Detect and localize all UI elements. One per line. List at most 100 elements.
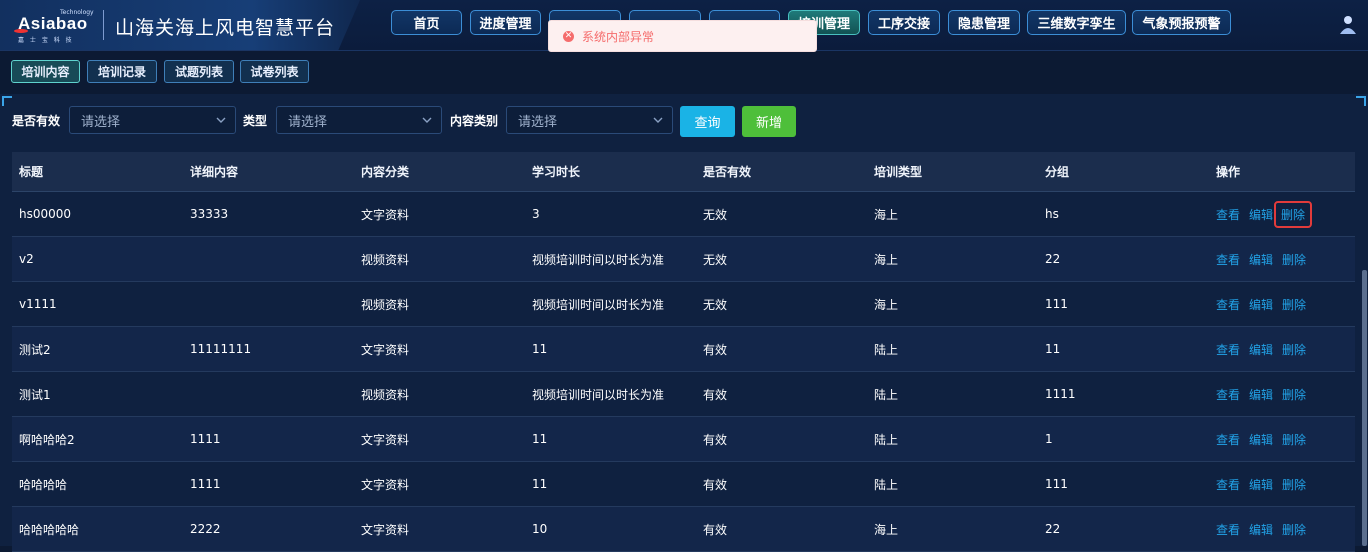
edit-link[interactable]: 编辑 bbox=[1249, 431, 1273, 448]
tab-training-records[interactable]: 培训记录 bbox=[87, 60, 157, 83]
view-link[interactable]: 查看 bbox=[1216, 386, 1240, 403]
cell-duration: 10 bbox=[532, 522, 548, 536]
cell-group: 111 bbox=[1045, 477, 1068, 491]
cell-group: 111 bbox=[1045, 297, 1068, 311]
view-link[interactable]: 查看 bbox=[1216, 206, 1240, 223]
query-button[interactable]: 查询 bbox=[680, 106, 735, 137]
chevron-down-icon bbox=[422, 117, 432, 123]
view-link[interactable]: 查看 bbox=[1216, 476, 1240, 493]
delete-link[interactable]: 删除 bbox=[1282, 431, 1306, 448]
column-header-valid: 是否有效 bbox=[703, 165, 752, 179]
brand-divider bbox=[103, 10, 104, 40]
cell-duration: 11 bbox=[532, 342, 548, 356]
delete-link[interactable]: 删除 bbox=[1282, 476, 1306, 493]
cell-title: 测试2 bbox=[19, 342, 51, 357]
nav-weather[interactable]: 气象预报预警 bbox=[1132, 10, 1231, 35]
delete-link[interactable]: 删除 bbox=[1282, 386, 1306, 403]
cell-valid: 有效 bbox=[703, 477, 728, 492]
cell-valid: 有效 bbox=[703, 432, 728, 447]
edit-link[interactable]: 编辑 bbox=[1249, 521, 1273, 538]
delete-link[interactable]: 删除 bbox=[1282, 251, 1306, 268]
cell-group: 1 bbox=[1045, 432, 1053, 446]
row-actions: 查看 编辑 删除 bbox=[1216, 417, 1306, 461]
edit-link[interactable]: 编辑 bbox=[1249, 251, 1273, 268]
nav-digital-twin[interactable]: 三维数字孪生 bbox=[1027, 10, 1126, 35]
column-header-duration: 学习时长 bbox=[532, 165, 581, 179]
cell-valid: 有效 bbox=[703, 522, 728, 537]
table-row: hs00000 33333 文字资料 3 无效 海上 hs 查看 编辑 删除 bbox=[12, 192, 1355, 237]
view-link[interactable]: 查看 bbox=[1216, 251, 1240, 268]
nav-progress[interactable]: 进度管理 bbox=[470, 10, 541, 35]
nav-home[interactable]: 首页 bbox=[391, 10, 462, 35]
row-actions: 查看 编辑 删除 bbox=[1216, 282, 1306, 326]
table-row: 测试2 11111111 文字资料 11 有效 陆上 11 查看 编辑 删除 bbox=[12, 327, 1355, 372]
cell-title: 测试1 bbox=[19, 387, 51, 402]
cell-training-type: 海上 bbox=[874, 522, 899, 537]
table-row: 啊哈哈哈2 1111 文字资料 11 有效 陆上 1 查看 编辑 删除 bbox=[12, 417, 1355, 462]
platform-title: 山海关海上风电智慧平台 bbox=[115, 17, 336, 39]
cell-title: 哈哈哈哈 bbox=[19, 477, 68, 492]
view-link[interactable]: 查看 bbox=[1216, 431, 1240, 448]
cell-title: 哈哈哈哈哈 bbox=[19, 522, 80, 537]
panel-corner-decoration bbox=[2, 96, 12, 106]
logo-text: Asiabao bbox=[18, 14, 88, 33]
cell-duration: 视频培训时间以时长为准 bbox=[532, 297, 665, 312]
table-header-row: 标题 详细内容 内容分类 学习时长 是否有效 培训类型 分组 操作 bbox=[12, 152, 1355, 192]
column-header-training-type: 培训类型 bbox=[874, 165, 923, 179]
cell-category: 文字资料 bbox=[361, 342, 410, 357]
row-actions: 查看 编辑 删除 bbox=[1216, 192, 1313, 236]
delete-link[interactable]: 删除 bbox=[1282, 521, 1306, 538]
cell-group: 22 bbox=[1045, 252, 1061, 266]
edit-link[interactable]: 编辑 bbox=[1249, 386, 1273, 403]
edit-link[interactable]: 编辑 bbox=[1249, 341, 1273, 358]
cell-training-type: 陆上 bbox=[874, 342, 899, 357]
table-row: 哈哈哈哈哈 2222 文字资料 10 有效 海上 22 查看 编辑 删除 bbox=[12, 507, 1355, 552]
tab-exam-list[interactable]: 试卷列表 bbox=[240, 60, 309, 83]
tab-training-content[interactable]: 培训内容 bbox=[11, 60, 80, 83]
cell-category: 文字资料 bbox=[361, 207, 410, 222]
add-button[interactable]: 新增 bbox=[742, 106, 796, 137]
filter-category-select[interactable]: 请选择 bbox=[506, 106, 673, 134]
cell-category: 视频资料 bbox=[361, 387, 410, 402]
cell-category: 视频资料 bbox=[361, 252, 410, 267]
tab-question-list[interactable]: 试题列表 bbox=[164, 60, 234, 83]
filter-type-select[interactable]: 请选择 bbox=[276, 106, 442, 134]
filter-valid-select[interactable]: 请选择 bbox=[69, 106, 236, 134]
column-header-detail: 详细内容 bbox=[190, 165, 239, 179]
cell-valid: 有效 bbox=[703, 387, 728, 402]
delete-link[interactable]: 删除 bbox=[1282, 341, 1306, 358]
view-link[interactable]: 查看 bbox=[1216, 296, 1240, 313]
table-row: 哈哈哈哈 1111 文字资料 11 有效 陆上 111 查看 编辑 删除 bbox=[12, 462, 1355, 507]
chevron-down-icon bbox=[216, 117, 226, 123]
user-icon[interactable] bbox=[1337, 14, 1359, 36]
error-circle-icon: ✕ bbox=[563, 30, 574, 42]
edit-link[interactable]: 编辑 bbox=[1249, 476, 1273, 493]
brand-area: Technology Asiabao 嘉 士 宝 科 技 山海关海上风电智慧平台 bbox=[0, 0, 360, 50]
edit-link[interactable]: 编辑 bbox=[1249, 296, 1273, 313]
chevron-down-icon bbox=[653, 117, 663, 123]
cell-valid: 无效 bbox=[703, 207, 728, 222]
cell-group: hs bbox=[1045, 207, 1059, 221]
row-actions: 查看 编辑 删除 bbox=[1216, 507, 1306, 551]
logo-subtext: 嘉 士 宝 科 技 bbox=[18, 37, 74, 44]
cell-detail: 1111 bbox=[190, 432, 221, 446]
delete-link[interactable]: 删除 bbox=[1282, 296, 1306, 313]
error-toast: ✕ 系统内部异常 bbox=[548, 20, 817, 52]
cell-detail: 2222 bbox=[190, 522, 221, 536]
training-content-table: 标题 详细内容 内容分类 学习时长 是否有效 培训类型 分组 操作 hs0000… bbox=[12, 152, 1355, 552]
view-link[interactable]: 查看 bbox=[1216, 341, 1240, 358]
view-link[interactable]: 查看 bbox=[1216, 521, 1240, 538]
filter-type-placeholder: 请选择 bbox=[288, 114, 328, 130]
cell-category: 文字资料 bbox=[361, 477, 410, 492]
delete-link[interactable]: 删除 bbox=[1274, 200, 1313, 228]
edit-link[interactable]: 编辑 bbox=[1249, 206, 1273, 223]
cell-duration: 11 bbox=[532, 432, 548, 446]
cell-title: 啊哈哈哈2 bbox=[19, 432, 75, 447]
company-logo: Technology Asiabao 嘉 士 宝 科 技 bbox=[14, 9, 94, 44]
cell-training-type: 陆上 bbox=[874, 432, 899, 447]
nav-hazard[interactable]: 隐患管理 bbox=[948, 10, 1020, 35]
cell-detail: 33333 bbox=[190, 207, 229, 221]
cell-group: 11 bbox=[1045, 342, 1061, 356]
nav-handover[interactable]: 工序交接 bbox=[868, 10, 940, 35]
vertical-scrollbar[interactable] bbox=[1362, 270, 1367, 546]
